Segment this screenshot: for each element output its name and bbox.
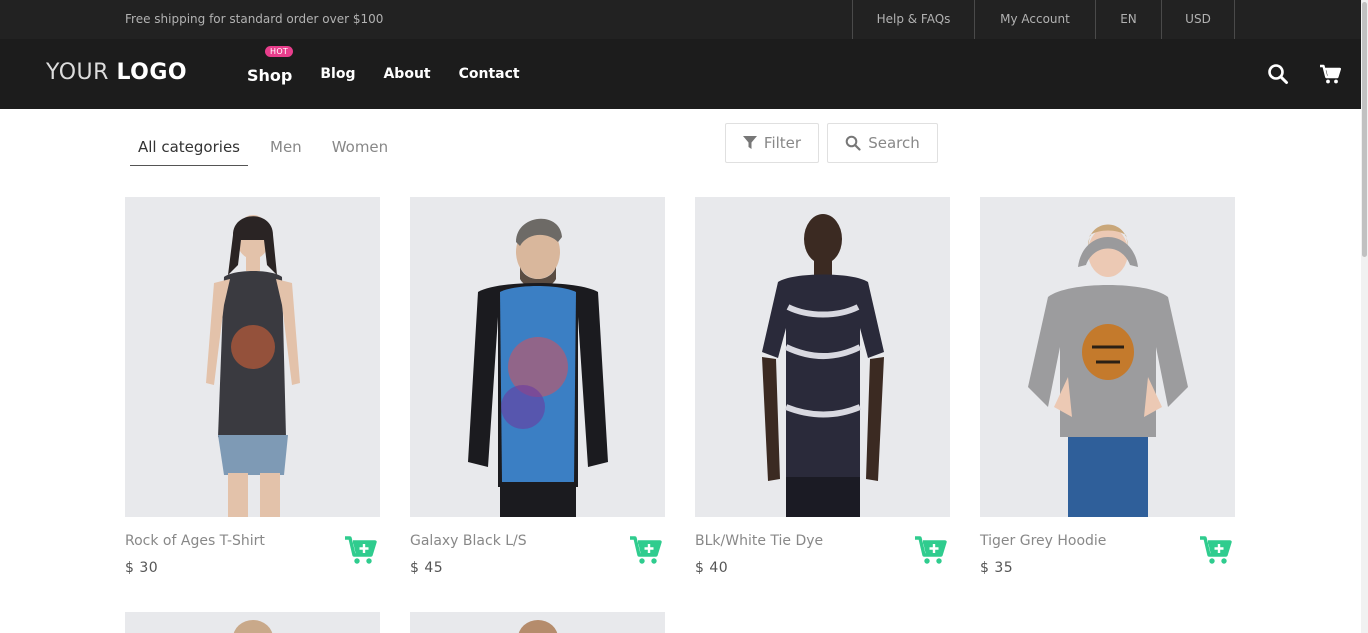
- page-scrollbar[interactable]: [1361, 0, 1368, 633]
- product-price: $ 35: [980, 560, 1014, 576]
- product-image[interactable]: [980, 197, 1235, 517]
- logo-bold: LOGO: [116, 60, 188, 85]
- product-card: Galaxy Black L/S $ 45: [410, 197, 665, 576]
- main-nav: HOT Shop Blog About Contact: [247, 39, 548, 109]
- product-image[interactable]: [125, 612, 380, 633]
- header-icons: [1267, 63, 1341, 85]
- nav-blog[interactable]: Blog: [320, 66, 355, 82]
- search-label: Search: [868, 134, 920, 152]
- language-selector[interactable]: EN: [1095, 0, 1161, 39]
- product-name[interactable]: BLk/White Tie Dye: [695, 533, 823, 549]
- nav-shop-label: Shop: [247, 65, 293, 85]
- tab-all-categories[interactable]: All categories: [130, 130, 248, 166]
- tab-men[interactable]: Men: [262, 130, 310, 166]
- nav-about[interactable]: About: [383, 66, 430, 82]
- hot-badge: HOT: [265, 45, 294, 57]
- product-card: BLk/White Tie Dye $ 40: [695, 197, 950, 576]
- search-icon: [845, 135, 861, 151]
- filter-label: Filter: [763, 134, 802, 152]
- product-card: Tiger Grey Hoodie $ 35: [980, 197, 1235, 576]
- currency-selector[interactable]: USD: [1161, 0, 1235, 39]
- product-name[interactable]: Tiger Grey Hoodie: [980, 533, 1106, 549]
- filter-icon: [742, 136, 757, 149]
- cart-icon[interactable]: [1319, 63, 1341, 85]
- product-price: $ 40: [695, 560, 729, 576]
- add-to-cart-icon[interactable]: [344, 535, 378, 565]
- product-card: Rock of Ages T-Shirt $ 30: [125, 197, 380, 576]
- main-header: YOUR LOGO HOT Shop Blog About Contact: [0, 39, 1361, 109]
- logo-light: YOUR: [46, 60, 117, 85]
- add-to-cart-icon[interactable]: [914, 535, 948, 565]
- logo[interactable]: YOUR LOGO: [46, 60, 187, 85]
- product-name[interactable]: Rock of Ages T-Shirt: [125, 533, 265, 549]
- nav-contact[interactable]: Contact: [459, 66, 520, 82]
- product-image[interactable]: [410, 197, 665, 517]
- filter-button[interactable]: Filter: [725, 123, 819, 163]
- help-faqs-link[interactable]: Help & FAQs: [852, 0, 974, 39]
- product-image[interactable]: [410, 612, 665, 633]
- tab-women[interactable]: Women: [324, 130, 396, 166]
- nav-shop[interactable]: HOT Shop: [247, 45, 294, 85]
- product-price: $ 30: [125, 560, 159, 576]
- add-to-cart-icon[interactable]: [629, 535, 663, 565]
- product-image[interactable]: [125, 197, 380, 517]
- product-card: [125, 612, 380, 633]
- my-account-link[interactable]: My Account: [974, 0, 1095, 39]
- search-icon[interactable]: [1267, 63, 1289, 85]
- product-name[interactable]: Galaxy Black L/S: [410, 533, 527, 549]
- add-to-cart-icon[interactable]: [1199, 535, 1233, 565]
- top-bar: Free shipping for standard order over $1…: [0, 0, 1361, 39]
- product-card: [410, 612, 665, 633]
- product-price: $ 45: [410, 560, 444, 576]
- search-toggle-button[interactable]: Search: [827, 123, 938, 163]
- scrollbar-thumb[interactable]: [1362, 2, 1367, 257]
- shipping-notice: Free shipping for standard order over $1…: [125, 12, 384, 26]
- category-tabs: All categories Men Women: [130, 130, 410, 166]
- top-links: Help & FAQs My Account EN USD: [852, 0, 1235, 39]
- product-image[interactable]: [695, 197, 950, 517]
